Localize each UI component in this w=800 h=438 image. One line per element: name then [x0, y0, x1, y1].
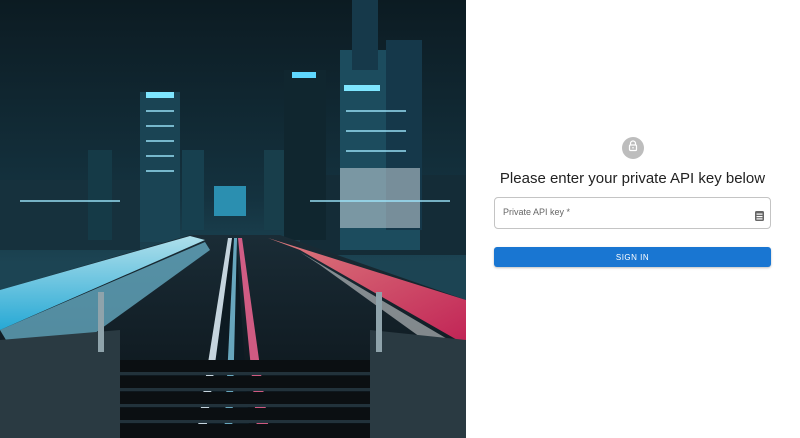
- api-key-label: Private API key *: [503, 207, 571, 217]
- sign-in-button[interactable]: SIGN IN: [494, 247, 771, 267]
- hero-image: [0, 0, 466, 438]
- password-manager-icon[interactable]: [755, 208, 764, 221]
- api-key-field[interactable]: Private API key *: [494, 197, 771, 229]
- lock-icon: [627, 139, 639, 157]
- avatar: [622, 137, 644, 159]
- page-title: Please enter your private API key below: [499, 170, 766, 187]
